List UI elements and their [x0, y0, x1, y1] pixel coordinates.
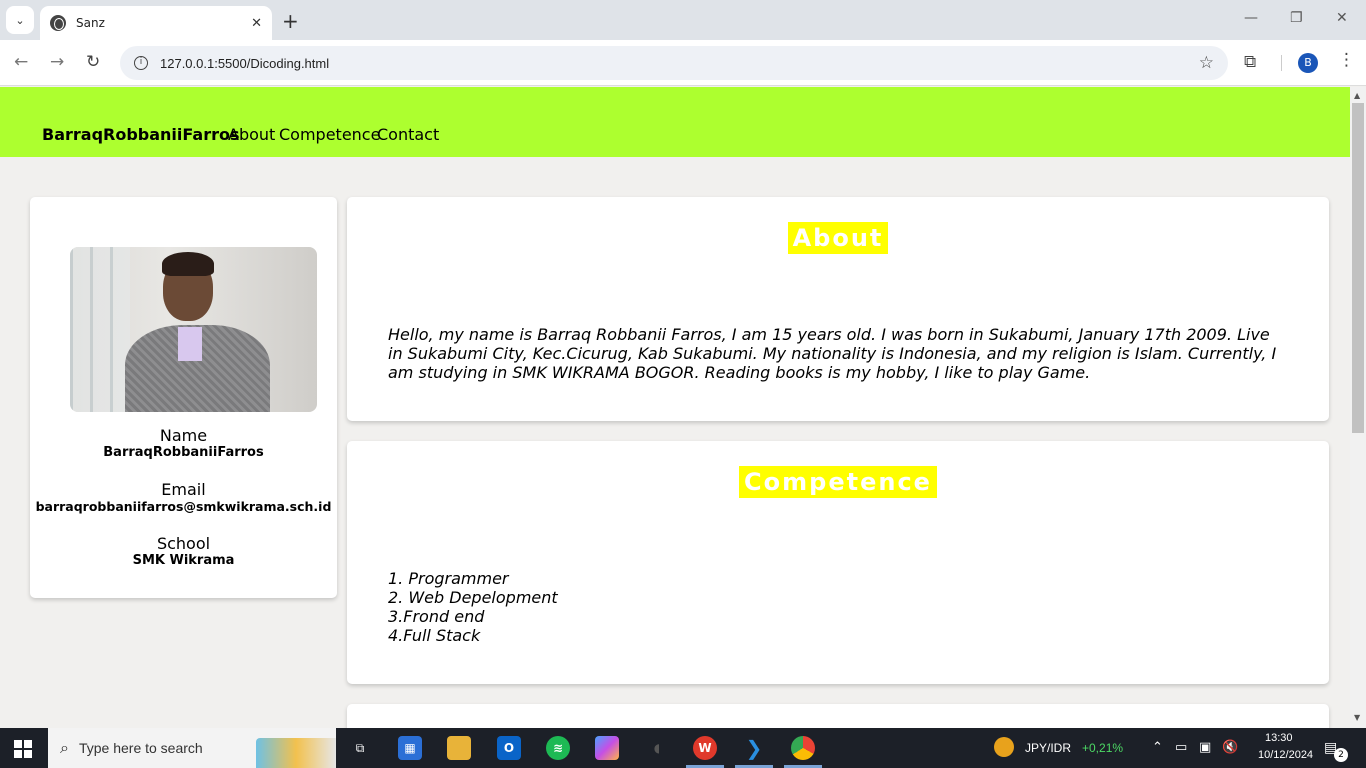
task-view-icon[interactable]: ⧉: [348, 736, 372, 760]
email-value: barraqrobbaniifarros@smkwikrama.sch.id: [35, 499, 332, 514]
new-tab-button[interactable]: +: [282, 9, 299, 33]
close-window-button[interactable]: ✕: [1336, 10, 1348, 26]
school-label: School: [156, 534, 211, 553]
contact-section: [347, 704, 1329, 728]
forward-button[interactable]: →: [50, 52, 64, 72]
profile-card: Name BarraqRobbaniiFarros Email barraqro…: [30, 197, 337, 598]
profile-avatar[interactable]: B: [1298, 53, 1318, 73]
wps-office-icon[interactable]: W: [693, 736, 717, 760]
copilot-icon[interactable]: [595, 736, 619, 760]
url-text: 127.0.0.1:5500/Dicoding.html: [160, 55, 330, 71]
scroll-down-arrow-icon[interactable]: ▼: [1354, 713, 1360, 722]
scroll-thumb[interactable]: [1352, 103, 1364, 433]
competence-item: 1. Programmer: [388, 569, 509, 588]
clock-date[interactable]: 10/12/2024: [1258, 749, 1313, 761]
email-label: Email: [161, 480, 206, 499]
ticker-change[interactable]: +0,21%: [1082, 741, 1123, 755]
search-highlight-image: [256, 738, 336, 768]
network-icon[interactable]: ▣: [1199, 740, 1211, 755]
extensions-icon[interactable]: ⧉: [1244, 52, 1256, 72]
site-info-icon[interactable]: i: [134, 56, 148, 70]
tab-search-button[interactable]: ⌄: [6, 6, 34, 34]
competence-heading: Competence: [347, 466, 1329, 498]
toolbar-divider: [1281, 55, 1282, 71]
bookmark-star-icon[interactable]: ☆: [1199, 53, 1214, 73]
competence-title: Competence: [739, 466, 937, 498]
browser-menu-icon[interactable]: ⋮: [1338, 50, 1355, 70]
browser-tab[interactable]: Sanz ✕: [40, 6, 272, 40]
school-value: SMK Wikrama: [132, 553, 235, 568]
page-scrollbar[interactable]: ▲ ▼: [1350, 87, 1366, 728]
battery-icon[interactable]: ▭: [1175, 740, 1187, 755]
name-label: Name: [159, 426, 208, 445]
windows-start-icon[interactable]: [14, 740, 32, 758]
store-icon[interactable]: ▦: [398, 736, 422, 760]
tray-chevron-icon[interactable]: ⌃: [1152, 740, 1163, 755]
tab-title: Sanz: [76, 16, 105, 30]
about-section: About Hello, my name is Barraq Robbanii …: [347, 197, 1329, 421]
site-brand[interactable]: BarraqRobbaniiFarros: [42, 125, 239, 144]
back-button[interactable]: ←: [14, 52, 28, 72]
name-value: BarraqRobbaniiFarros: [103, 445, 264, 460]
taskbar-search[interactable]: ⌕ Type here to search: [48, 728, 336, 768]
tab-strip: ⌄ Sanz ✕ + — ❐ ✕: [0, 0, 1366, 40]
address-bar[interactable]: i 127.0.0.1:5500/Dicoding.html ☆: [120, 46, 1228, 80]
competence-item: 4.Full Stack: [388, 626, 481, 645]
profile-photo: [70, 247, 317, 412]
reload-button[interactable]: ↻: [86, 52, 100, 72]
chrome-icon[interactable]: [791, 736, 815, 760]
file-explorer-icon[interactable]: [447, 736, 471, 760]
restore-button[interactable]: ❐: [1290, 10, 1303, 26]
nav-link-contact[interactable]: Contact: [377, 125, 439, 144]
competence-list: 1. Programmer 2. Web Depelopment 3.Frond…: [388, 569, 1288, 645]
mouse-app-icon[interactable]: ◖: [645, 736, 669, 760]
vscode-icon[interactable]: ❯: [742, 736, 766, 760]
spotify-icon[interactable]: ≋: [546, 736, 570, 760]
competence-section: Competence 1. Programmer 2. Web Depelopm…: [347, 441, 1329, 684]
nav-link-competence[interactable]: Competence: [279, 125, 380, 144]
minimize-button[interactable]: —: [1244, 10, 1258, 26]
browser-toolbar: ← → ↻ i 127.0.0.1:5500/Dicoding.html ☆: [0, 40, 1366, 86]
outlook-icon[interactable]: O: [497, 736, 521, 760]
close-tab-icon[interactable]: ✕: [251, 16, 262, 31]
clock-time[interactable]: 13:30: [1265, 732, 1293, 744]
search-icon: ⌕: [60, 738, 69, 757]
volume-muted-icon[interactable]: 🔇: [1222, 740, 1238, 755]
competence-item: 2. Web Depelopment: [388, 588, 558, 607]
about-title: About: [787, 222, 889, 254]
nav-link-about[interactable]: About: [228, 125, 275, 144]
about-heading: About: [347, 222, 1329, 254]
about-text: Hello, my name is Barraq Robbanii Farros…: [388, 325, 1277, 382]
search-placeholder: Type here to search: [78, 740, 203, 756]
currency-ticker-icon[interactable]: [994, 737, 1014, 757]
windows-taskbar: ⌕ Type here to search ⧉ ▦ O ≋ ◖ W ❯ JPY/…: [0, 728, 1366, 768]
site-navbar: BarraqRobbaniiFarros About Competence Co…: [0, 87, 1350, 157]
notification-badge: 2: [1334, 748, 1348, 762]
globe-icon: [50, 15, 66, 31]
ticker-name[interactable]: JPY/IDR: [1025, 741, 1071, 755]
scroll-up-arrow-icon[interactable]: ▲: [1354, 91, 1360, 100]
competence-item: 3.Frond end: [388, 607, 485, 626]
page-viewport: BarraqRobbaniiFarros About Competence Co…: [0, 87, 1350, 728]
